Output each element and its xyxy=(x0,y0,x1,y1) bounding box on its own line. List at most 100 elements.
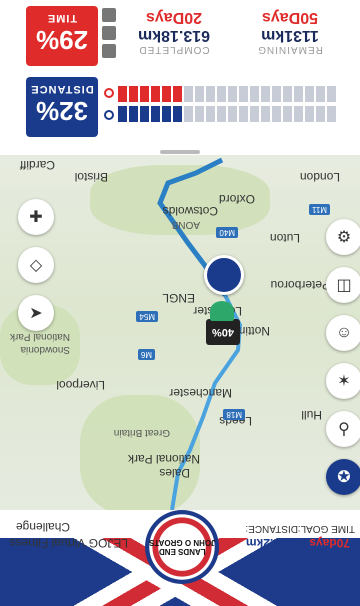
progress-marker: 40% xyxy=(206,319,240,345)
progress-segment xyxy=(162,106,171,122)
progress-segment xyxy=(206,106,215,122)
progress-segment xyxy=(250,106,259,122)
progress-segment xyxy=(140,106,149,122)
progress-segment xyxy=(129,106,138,122)
map-label: Snowdonia xyxy=(20,344,70,355)
map-label: Cardiff xyxy=(19,158,55,172)
map-label: Manchester xyxy=(169,386,232,400)
challenge-goal: 70days xyxy=(309,536,350,550)
map-label: National Park xyxy=(9,331,70,342)
summary-panel: 29% TIME 32% DISTANCE COMPLETED 613.18km… xyxy=(0,0,360,155)
progress-segment xyxy=(151,86,160,102)
progress-segment xyxy=(316,86,325,102)
progress-segment xyxy=(294,106,303,122)
map-label: AONB xyxy=(171,219,200,230)
challenge-title: LEJOG Virtual Fitness xyxy=(9,536,129,550)
progress-segment xyxy=(217,86,226,102)
challenge-subtitle: Challenge xyxy=(15,520,70,534)
map-label: Great Britain xyxy=(113,427,170,438)
progress-segment xyxy=(250,86,259,102)
cycling-icon[interactable]: ⚲ xyxy=(326,411,360,447)
challenge-distance: 1744.2km xyxy=(245,536,300,550)
completed-stat: COMPLETED 613.18km 20Days xyxy=(124,8,224,55)
completed-days: 20Days xyxy=(145,9,203,26)
map-label: Hull xyxy=(301,408,322,422)
map-label: Cotswolds xyxy=(162,204,218,218)
challenge-goal-label: TIME GOAL: xyxy=(297,523,355,534)
map-label: Dales xyxy=(159,466,190,480)
road-badge: M54 xyxy=(136,311,158,322)
settings-icon[interactable]: ⚙ xyxy=(326,219,360,255)
distance-percent-box: 32% DISTANCE xyxy=(26,77,98,137)
progress-segment xyxy=(173,86,182,102)
challenge-banner[interactable]: LEJOG Virtual Fitness Challenge 1744.2km… xyxy=(0,510,360,606)
progress-segment xyxy=(184,86,193,102)
progress-segment xyxy=(272,86,281,102)
road-badge: M18 xyxy=(223,409,245,420)
road-badge: M6 xyxy=(137,349,155,360)
distance-icon xyxy=(102,26,116,40)
map-label: ENGL xyxy=(162,291,195,305)
progress-segment xyxy=(261,106,270,122)
progress-segment xyxy=(283,86,292,102)
time-percent-box: 29% TIME xyxy=(26,6,98,66)
medal-icon[interactable]: ✪ xyxy=(326,459,360,495)
progress-segment xyxy=(228,86,237,102)
progress-segment xyxy=(261,86,270,102)
remaining-distance: 1131km xyxy=(261,27,319,44)
progress-segment xyxy=(228,106,237,122)
completed-distance: 613.18km xyxy=(137,27,211,44)
drag-handle[interactable] xyxy=(160,150,200,154)
navigation-arrow-icon[interactable]: ➤ xyxy=(18,295,54,331)
camera-icon[interactable]: ◫ xyxy=(326,267,360,303)
remaining-days: 50Days xyxy=(261,9,319,26)
center-icon[interactable]: ✚ xyxy=(18,199,54,235)
completed-label: COMPLETED xyxy=(138,44,210,55)
time-label: TIME xyxy=(46,12,78,24)
progress-segment xyxy=(316,106,325,122)
distance-percent: 32% xyxy=(35,96,89,126)
map-view[interactable]: Cardiff Bristol London Oxford Cotswolds … xyxy=(0,155,360,510)
progress-segment xyxy=(283,106,292,122)
road-badge: M11 xyxy=(309,204,330,215)
map-label: Luton xyxy=(269,231,300,245)
progress-segment xyxy=(217,106,226,122)
progress-segment xyxy=(327,86,336,102)
progress-segment xyxy=(239,106,248,122)
layers-icon[interactable]: ◇ xyxy=(18,247,54,283)
progress-segment xyxy=(206,86,215,102)
progress-segment xyxy=(184,106,193,122)
map-label: Oxford xyxy=(218,192,255,206)
progress-segment xyxy=(272,106,281,122)
challenge-medal-icon: LANDS END JOHN O GROATS xyxy=(145,510,219,584)
progress-segment xyxy=(118,106,127,122)
medal-bottom-text: LANDS END xyxy=(158,547,206,556)
map-label: Peterborou xyxy=(270,278,330,292)
medal-top-text: JOHN O GROATS xyxy=(148,538,216,547)
progress-segment xyxy=(173,106,182,122)
calendar-icon xyxy=(102,8,116,22)
remaining-stat: REMAINING 1131km 50Days xyxy=(240,8,340,55)
progress-segment xyxy=(195,106,204,122)
progress-marker-label: 40% xyxy=(211,326,235,338)
time-progress-bar xyxy=(118,86,336,102)
progress-segment xyxy=(118,86,127,102)
challenge-distance-label: DISTANCE: xyxy=(245,523,298,534)
person-icon[interactable]: ☺ xyxy=(326,315,360,351)
stat-icons xyxy=(102,8,118,62)
progress-segment xyxy=(129,86,138,102)
location-icon xyxy=(104,110,114,120)
map-label: Liverpool xyxy=(56,378,105,392)
progress-segment xyxy=(305,86,314,102)
distance-label: DISTANCE xyxy=(30,83,94,95)
runner-marker-icon xyxy=(210,301,234,321)
map-label: London xyxy=(299,170,340,184)
running-icon[interactable]: ✶ xyxy=(326,363,360,399)
progress-segment xyxy=(151,106,160,122)
flag-icon xyxy=(102,44,116,58)
progress-segment xyxy=(140,86,149,102)
user-avatar-marker[interactable] xyxy=(204,255,244,295)
progress-segment xyxy=(294,86,303,102)
distance-progress-bar xyxy=(118,106,336,122)
time-icon xyxy=(104,88,114,98)
